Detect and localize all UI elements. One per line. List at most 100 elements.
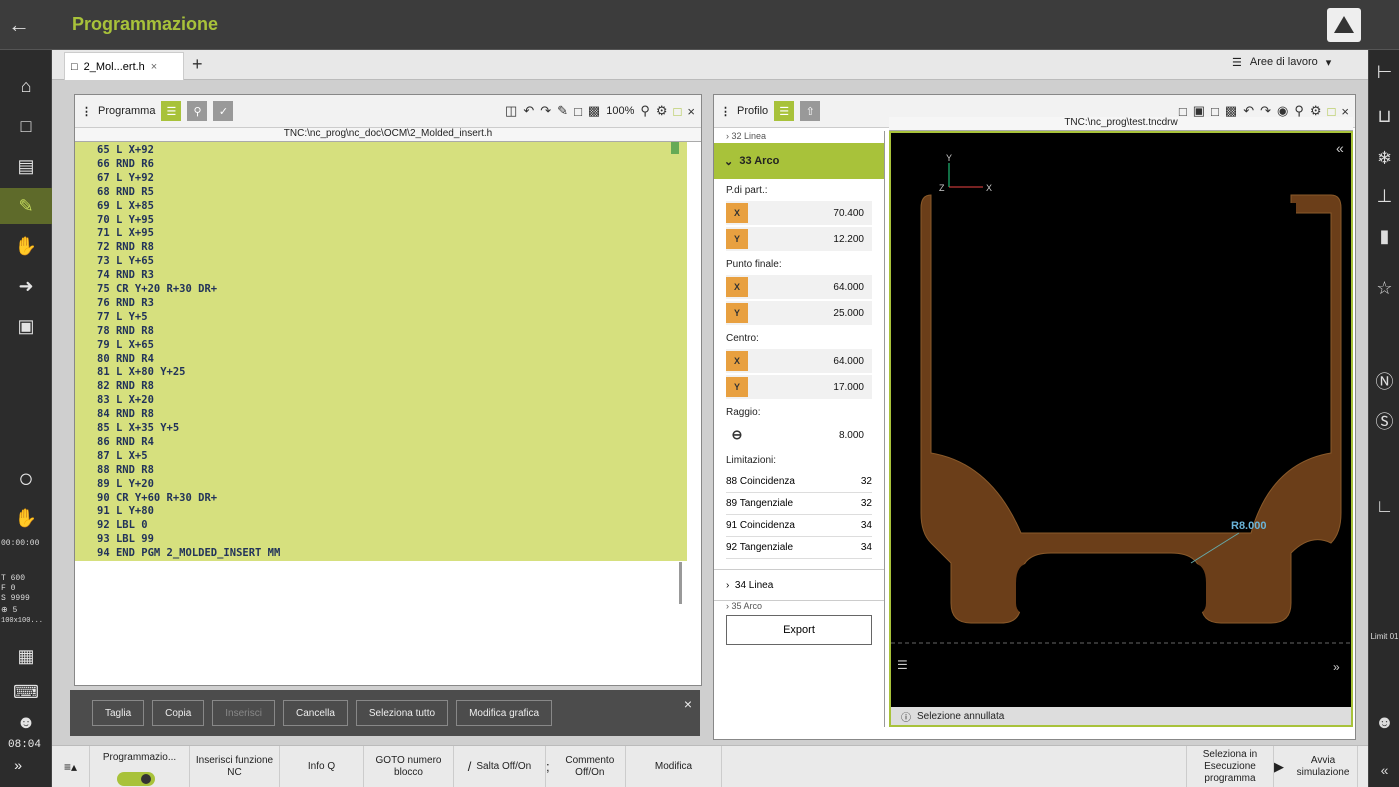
plug-icon[interactable]: ⊔ <box>1369 106 1399 127</box>
folder-icon[interactable]: □ <box>0 108 52 144</box>
check-icon[interactable]: ✓ <box>213 101 234 121</box>
code-line[interactable]: 68 RND R5 <box>97 186 154 200</box>
machine-icon[interactable]: ▣ <box>0 308 52 344</box>
delete-button[interactable]: Cancella <box>282 700 348 726</box>
edit-icon[interactable]: ✎ <box>557 103 568 119</box>
contour-canvas[interactable]: Y X Z R8.000 « ☰ » ⓘ Selezione annullata <box>889 131 1353 727</box>
code-line[interactable]: 82 RND R8 <box>97 380 154 394</box>
center-x-row[interactable]: X 64.000 <box>726 349 872 373</box>
code-line[interactable]: 87 L X+5 <box>97 450 148 464</box>
table-icon[interactable]: ▤ <box>0 148 52 184</box>
start-x-row[interactable]: X 70.400 <box>726 201 872 225</box>
radius-row[interactable]: ⊖ 8.000 <box>726 423 872 447</box>
export-button[interactable]: Export <box>726 615 872 645</box>
skip-toggle-button[interactable]: / Salta Off/On <box>454 746 546 787</box>
list-view-icon[interactable]: ☰ <box>161 101 182 121</box>
code-line[interactable]: 85 L X+35 Y+5 <box>97 422 179 436</box>
spindle-override-icon[interactable]: Ⓢ <box>1369 408 1399 434</box>
code-line[interactable]: 79 L X+65 <box>97 339 154 353</box>
copy-button[interactable]: Copia <box>152 700 205 726</box>
code-line[interactable]: 93 LBL 99 <box>97 533 154 547</box>
code-line[interactable]: 70 L Y+95 <box>97 214 154 228</box>
code-line[interactable]: 89 L Y+20 <box>97 478 154 492</box>
code-line[interactable]: 73 L Y+65 <box>97 255 154 269</box>
drag-handle-icon-2[interactable]: ⋮ <box>720 105 731 118</box>
user-icon-right[interactable]: ☻ <box>1369 712 1399 733</box>
file-tab[interactable]: □ 2_Mol...ert.h × <box>64 52 184 80</box>
expand-down-icon[interactable]: » <box>1333 660 1340 674</box>
code-line[interactable]: 66 RND R6 <box>97 158 154 172</box>
compare-icon[interactable]: ◫ <box>505 103 517 119</box>
clamp-icon[interactable]: ∟ <box>1369 496 1399 517</box>
code-line[interactable]: 69 L X+85 <box>97 200 154 214</box>
upload-icon[interactable]: ⇧ <box>800 101 821 121</box>
calculator-icon[interactable]: ▦ <box>0 638 52 674</box>
collapse-panel-icon[interactable]: « <box>1336 140 1344 156</box>
expand-icon[interactable]: » <box>14 760 22 774</box>
code-line[interactable]: 80 RND R4 <box>97 353 154 367</box>
add-tab-icon[interactable]: + <box>192 54 203 75</box>
code-line[interactable]: 77 L Y+5 <box>97 311 148 325</box>
circle-icon[interactable]: ○ <box>0 460 52 496</box>
maximize-icon[interactable]: □ <box>674 104 682 119</box>
code-line[interactable]: 92 LBL 0 <box>97 519 148 533</box>
code-line[interactable]: 75 CR Y+20 R+30 DR+ <box>97 283 217 297</box>
code-line[interactable]: 81 L X+80 Y+25 <box>97 366 186 380</box>
code-line[interactable]: 65 L X+92 <box>97 144 154 158</box>
user-settings-icon[interactable]: ☻ <box>0 704 52 740</box>
cut-button[interactable]: Taglia <box>92 700 145 726</box>
zoom-level[interactable]: 100% <box>606 105 634 117</box>
select-in-run-button[interactable]: Seleziona in Esecuzione programma <box>1186 746 1274 787</box>
workareas-menu[interactable]: ☰ Aree di lavoro ▾ <box>1232 56 1331 69</box>
programmazione-toggle-button[interactable]: Programmazio... <box>90 746 190 787</box>
hand-icon-2[interactable]: ✋ <box>0 500 52 536</box>
snowflake-icon[interactable]: ❄ <box>1369 148 1399 169</box>
gear-icon[interactable]: ⚙ <box>656 103 668 119</box>
code-line[interactable]: 71 L X+95 <box>97 227 154 241</box>
limit-row-4[interactable]: 92 Tangenziale 34 <box>726 537 872 559</box>
drag-handle-icon[interactable]: ⋮ <box>81 105 92 118</box>
next-item[interactable]: › 34 Linea <box>714 569 884 601</box>
start-y-row[interactable]: Y 12.200 <box>726 227 872 251</box>
code-line[interactable]: 67 L Y+92 <box>97 172 154 186</box>
hand-icon[interactable]: ✋ <box>0 228 52 264</box>
info-q-button[interactable]: Info Q <box>280 746 364 787</box>
close-tab-icon[interactable]: × <box>151 61 157 73</box>
feed-override-icon[interactable]: Ⓝ <box>1369 368 1399 394</box>
tool-icon[interactable]: ⊢ <box>1369 62 1399 83</box>
code-line[interactable]: 90 CR Y+60 R+30 DR+ <box>97 492 217 506</box>
program-edit-icon[interactable]: ✎ <box>0 188 52 224</box>
prev-item[interactable]: › 32 Linea <box>714 131 884 143</box>
strip-close-icon[interactable]: × <box>684 696 692 712</box>
code-line[interactable]: 76 RND R3 <box>97 297 154 311</box>
select-all-button[interactable]: Seleziona tutto <box>355 700 449 726</box>
save-icon[interactable]: □ <box>574 104 582 119</box>
list-icon[interactable]: ☰ <box>897 658 908 672</box>
zoom-icon[interactable]: ⚲ <box>640 103 650 119</box>
code-line[interactable]: 86 RND R4 <box>97 436 154 450</box>
bottom-menu-icon[interactable]: ≡▴ <box>52 746 90 787</box>
redo-icon[interactable]: ↷ <box>540 103 551 119</box>
center-y-row[interactable]: Y 17.000 <box>726 375 872 399</box>
spindle-icon[interactable]: ▮ <box>1369 226 1399 247</box>
start-simulation-button[interactable]: ▶ Avvia simulazione <box>1274 746 1358 787</box>
run-icon[interactable]: ➜ <box>0 268 52 304</box>
modify-button[interactable]: Modifica <box>626 746 722 787</box>
limit-row-3[interactable]: 91 Coincidenza 34 <box>726 515 872 537</box>
programmazione-toggle[interactable] <box>117 772 155 786</box>
comment-toggle-button[interactable]: ; Commento Off/On <box>546 746 626 787</box>
insert-button[interactable]: Inserisci <box>212 700 275 726</box>
end-x-row[interactable]: X 64.000 <box>726 275 872 299</box>
code-line[interactable]: 74 RND R3 <box>97 269 154 283</box>
code-editor[interactable]: 65 L X+92 66 RND R6 67 L Y+92 68 RND R5 69 L… <box>75 142 687 605</box>
selected-element-header[interactable]: ⌄ 33 Arco <box>714 143 884 179</box>
code-line[interactable]: 91 L Y+80 <box>97 505 154 519</box>
code-line[interactable]: 83 L X+20 <box>97 394 154 408</box>
save-as-icon[interactable]: ▩ <box>588 103 600 119</box>
close-icon[interactable]: × <box>687 104 695 119</box>
limit-row-1[interactable]: 88 Coincidenza 32 <box>726 471 872 493</box>
code-line[interactable]: 94 END PGM 2_MOLDED_INSERT MM <box>97 547 280 561</box>
goto-block-button[interactable]: GOTO numero blocco <box>364 746 454 787</box>
graphic-edit-button[interactable]: Modifica grafica <box>456 700 553 726</box>
insert-nc-function-button[interactable]: Inserisci funzione NC <box>190 746 280 787</box>
